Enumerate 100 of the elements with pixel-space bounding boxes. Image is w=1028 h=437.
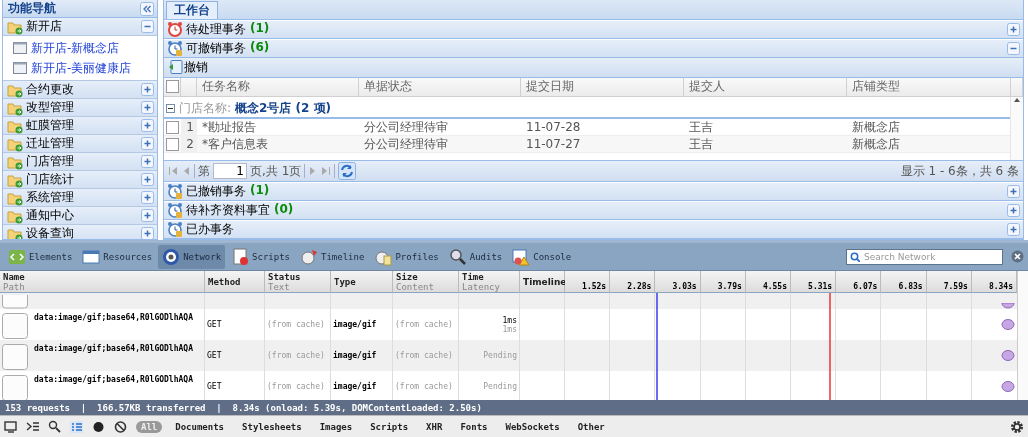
- request-name[interactable]: data:image/gif;base64,R0lGODlhAQA: [34, 375, 193, 384]
- expand-icon[interactable]: [141, 209, 154, 222]
- filter-button[interactable]: WebSockets: [500, 420, 565, 433]
- devtools-tab[interactable]: Resources: [78, 244, 157, 269]
- devtools-tab[interactable]: Scripts: [227, 244, 294, 269]
- column-header[interactable]: Type: [331, 271, 393, 293]
- network-icon: [162, 247, 181, 266]
- dock-icon[interactable]: [4, 419, 18, 434]
- timing-bar: [1001, 350, 1015, 361]
- column-header[interactable]: Timeline: [520, 271, 565, 293]
- table-cell-text: 分公司经理待审: [363, 135, 449, 153]
- devtools-tab[interactable]: Console: [508, 244, 576, 269]
- table-cell-text: 王吉: [688, 135, 714, 153]
- checkbox[interactable]: [166, 137, 179, 151]
- scrollbar[interactable]: [1017, 271, 1028, 400]
- devtools-tab[interactable]: Timeline: [296, 244, 369, 269]
- request-name[interactable]: data:image/gif;base64,R0lGODlhAQA: [34, 344, 193, 353]
- table-cell: Pending: [483, 351, 517, 360]
- expand-icon[interactable]: [141, 101, 154, 114]
- request-row[interactable]: data:image/gif;base64,R0lGODlhAQA GET (from cache) image/gif (from cache) Pending: [0, 340, 1017, 371]
- time-tick: 6.83s: [881, 271, 927, 293]
- expand-icon[interactable]: [141, 83, 154, 96]
- console-icon[interactable]: [26, 419, 40, 434]
- expand-icon[interactable]: [141, 173, 154, 186]
- column-header[interactable]: Time Latency: [459, 271, 520, 293]
- column-header[interactable]: 单据状态: [359, 77, 521, 96]
- clock-icon: [167, 202, 183, 219]
- nav-group-header[interactable]: 合约更改: [3, 81, 157, 99]
- column-header[interactable]: 提交日期: [521, 77, 684, 96]
- column-header[interactable]: Name Path: [0, 271, 205, 293]
- revoke-button[interactable]: 撤销: [166, 57, 210, 77]
- collapse-icon[interactable]: [166, 103, 175, 113]
- page-field[interactable]: 1: [213, 163, 247, 180]
- nav-group-label: 合约更改: [26, 81, 75, 98]
- clear-icon[interactable]: [114, 419, 128, 434]
- nav-link[interactable]: 新开店-美丽健康店: [31, 59, 132, 77]
- request-row[interactable]: data:image/gif;base64,R0lGODlhAQA GET (from cache) image/gif (from cache) Pending: [0, 371, 1017, 400]
- magnifier-icon: [448, 247, 467, 266]
- list-icon[interactable]: [70, 419, 84, 434]
- filter-button[interactable]: Other: [572, 420, 610, 433]
- nav-group-label: 通知中心: [26, 207, 75, 224]
- sidebar-title: 功能导航: [8, 0, 56, 17]
- nav-group-label: 虹膜管理: [26, 117, 75, 134]
- nav-group-header[interactable]: 通知中心: [3, 207, 157, 225]
- filter-button[interactable]: Scripts: [365, 420, 414, 433]
- filter-button[interactable]: XHR: [421, 420, 448, 433]
- file-icon: [2, 344, 28, 370]
- settings-icon[interactable]: [1010, 419, 1024, 434]
- tab[interactable]: 工作台: [166, 0, 218, 19]
- column-header[interactable]: Method: [205, 271, 265, 293]
- file-icon: [2, 295, 28, 309]
- nav-group-header[interactable]: 新开店: [3, 18, 157, 36]
- column-header[interactable]: 店铺类型: [847, 77, 1011, 96]
- search-icon[interactable]: [48, 419, 62, 434]
- panel-title: 待补齐资料事宜: [186, 202, 270, 219]
- nav-group-header[interactable]: 设备查询: [3, 225, 157, 239]
- refresh-icon[interactable]: [338, 162, 357, 181]
- nav-group-header[interactable]: 门店管理: [3, 153, 157, 171]
- nav-group-header[interactable]: 迁址管理: [3, 135, 157, 153]
- expand-icon[interactable]: [1007, 223, 1020, 236]
- checkbox[interactable]: [166, 80, 179, 94]
- checkbox[interactable]: [166, 120, 179, 134]
- scrollbar[interactable]: [1010, 96, 1023, 161]
- column-header[interactable]: 提交人: [684, 77, 847, 96]
- expand-icon[interactable]: [141, 137, 154, 150]
- filter-button[interactable]: Fonts: [455, 420, 493, 433]
- expand-icon[interactable]: [141, 227, 154, 239]
- filter-button[interactable]: Images: [314, 420, 358, 433]
- nav-group-header[interactable]: 门店统计: [3, 171, 157, 189]
- expand-icon[interactable]: [1007, 204, 1020, 217]
- nav-group-header[interactable]: 虹膜管理: [3, 117, 157, 135]
- devtools-tab[interactable]: Elements: [4, 244, 77, 269]
- document-icon: [231, 247, 250, 266]
- expand-icon[interactable]: [141, 155, 154, 168]
- devtools-tab[interactable]: Audits: [444, 244, 507, 269]
- window-icon: [82, 247, 101, 266]
- expand-icon[interactable]: [1007, 185, 1020, 198]
- devtools-tab[interactable]: Network: [158, 244, 226, 269]
- close-icon[interactable]: [1011, 250, 1024, 263]
- clock-icon: [167, 40, 183, 57]
- expand-icon[interactable]: [1007, 22, 1020, 36]
- nav-group-label: 迁址管理: [26, 135, 75, 152]
- nav-group-header[interactable]: 系统管理: [3, 189, 157, 207]
- code-window-icon: [8, 247, 26, 266]
- expand-icon[interactable]: [141, 119, 154, 132]
- filter-button[interactable]: Stylesheets: [237, 420, 307, 433]
- record-icon[interactable]: [92, 419, 106, 434]
- filter-button[interactable]: Documents: [170, 420, 230, 433]
- expand-icon[interactable]: [141, 191, 154, 204]
- devtools-tab[interactable]: Profiles: [370, 244, 443, 269]
- column-header[interactable]: Status Text: [265, 271, 331, 293]
- panel-title: 已撤销事务: [186, 183, 246, 200]
- nav-group-header[interactable]: 改型管理: [3, 99, 157, 117]
- column-header[interactable]: 任务名称: [197, 77, 359, 96]
- time-tick: 3.79s: [700, 271, 746, 293]
- column-header[interactable]: Size Content: [393, 271, 459, 293]
- search-field[interactable]: Search Network: [846, 248, 1003, 265]
- nav-link[interactable]: 新开店-新概念店: [31, 39, 120, 57]
- request-name[interactable]: data:image/gif;base64,R0lGODlhAQA: [34, 313, 193, 322]
- request-row[interactable]: data:image/gif;base64,R0lGODlhAQA GET (from cache) image/gif (from cache) 1ms 1ms: [0, 309, 1017, 340]
